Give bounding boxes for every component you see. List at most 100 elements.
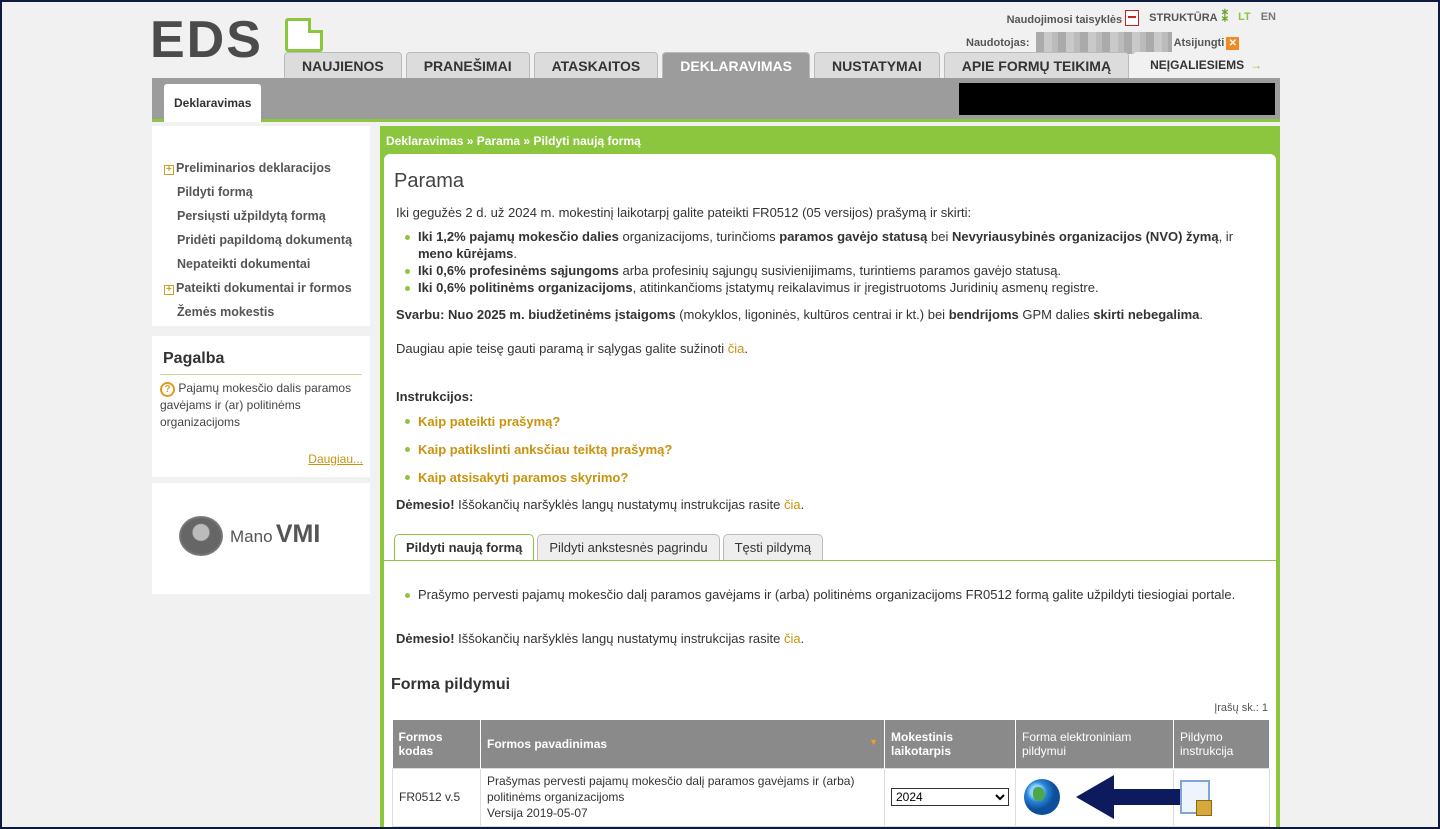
- sidebar-item-prideti[interactable]: Pridėti papildomą dokumentą: [152, 228, 370, 252]
- record-count: Įrašų sk.: 1: [1214, 702, 1268, 714]
- list-item: Prašymo pervesti pajamų mokesčio dalį pa…: [396, 586, 1236, 603]
- attention-text: Iššokančių naršyklės langų nustatymų ins…: [454, 631, 785, 646]
- attention-note: Dėmesio! Iššokančių naršyklės langų nust…: [396, 497, 805, 512]
- tab-pildyti-ankstesnes-pagrindu[interactable]: Pildyti ankstesnės pagrindu: [537, 534, 720, 560]
- mano-vmi-banner[interactable]: Mano VMI: [152, 483, 370, 594]
- tab-divider: [384, 560, 1276, 561]
- form-section-title: Forma pildymui: [391, 676, 511, 693]
- cell-electronic: [1015, 767, 1210, 827]
- arrow-right-icon: →: [1250, 58, 1263, 72]
- eds-logo[interactable]: EDS: [150, 14, 263, 66]
- bullet-text: , ir: [1218, 229, 1234, 244]
- help-item-label: Pajamų mokesčio dalis paramos gavėjams i…: [160, 381, 352, 429]
- main-panel: Deklaravimas » Parama » Pildyti naują fo…: [380, 126, 1280, 827]
- tab-nustatymai[interactable]: NUSTATYMAI: [814, 52, 940, 78]
- lang-lt-link[interactable]: LT: [1238, 11, 1251, 23]
- important-bold: Svarbu: Nuo 2025 m. biudžetinėms įstaigo…: [396, 307, 676, 322]
- cell-name-title: Prašymas pervesti pajamų mokesčio dalį p…: [487, 774, 855, 804]
- sidebar-item-pateikti[interactable]: + Pateikti dokumentai ir formos: [152, 276, 370, 300]
- tab-pildyti-nauja-forma[interactable]: Pildyti naują formą: [394, 534, 535, 561]
- important-note: Svarbu: Nuo 2025 m. biudžetinėms įstaigo…: [396, 306, 1236, 323]
- instruction-link-submit[interactable]: Kaip pateikti prašymą?: [418, 414, 560, 429]
- sidebar-item-label: Preliminarios deklaracijos: [176, 161, 331, 175]
- tab-apie-formu-teikima[interactable]: APIE FORMŲ TEIKIMĄ: [943, 52, 1130, 78]
- rules-link-label: Naudojimosi taisyklės: [1006, 14, 1123, 26]
- list-item: Kaip patikslinti anksčiau teiktą prašymą…: [396, 440, 672, 468]
- tab-neigaliesiems[interactable]: NEĮGALIESIEMS →: [1133, 52, 1280, 78]
- bullet-item: Iki 0,6% profesinėms sąjungoms arba prof…: [396, 262, 1236, 279]
- page: EDS Naudojimosi taisyklės STRUKTŪRA ⁑ LT …: [2, 2, 1438, 827]
- sidebar-item-nepateikti[interactable]: Nepateikti dokumentai: [152, 252, 370, 276]
- top-links: Naudojimosi taisyklės STRUKTŪRA ⁑ LT EN: [1007, 7, 1276, 26]
- main-tabs: NAUJIENOS PRANEŠIMAI ATASKAITOS DEKLARAV…: [284, 52, 1280, 78]
- instruction-link-cancel[interactable]: Kaip atsisakyti paramos skyrimo?: [418, 470, 628, 485]
- sort-arrow-icon[interactable]: ▼: [869, 737, 878, 747]
- bullet-text: , atitinkančioms įstatymų reikalavimus i…: [632, 280, 1099, 295]
- important-text: .: [1199, 307, 1204, 322]
- important-bold: bendrijoms: [948, 307, 1019, 322]
- rules-link[interactable]: Naudojimosi taisyklės: [1007, 7, 1140, 26]
- list-item: Kaip atsisakyti paramos skyrimo?: [396, 468, 672, 496]
- structure-link[interactable]: STRUKTŪRA ⁑: [1149, 9, 1228, 25]
- close-x-icon[interactable]: ✕: [1226, 36, 1240, 50]
- col-header-instruction: Pildymo instrukcija: [1173, 720, 1270, 768]
- bullet-bold: Iki 1,2% pajamų mokesčio dalies: [418, 229, 619, 244]
- sidebar-item-persiusti[interactable]: Persiųsti užpildytą formą: [152, 204, 370, 228]
- support-bullets: Iki 1,2% pajamų mokesčio dalies organiza…: [396, 228, 1236, 296]
- pdf-icon: [1125, 10, 1140, 26]
- help-more-link[interactable]: Daugiau...: [308, 452, 363, 466]
- attention-link[interactable]: čia: [784, 497, 801, 512]
- plus-box-icon: +: [164, 285, 174, 295]
- attention-bold: Dėmesio!: [396, 497, 455, 512]
- tab-naujienos[interactable]: NAUJIENOS: [284, 52, 402, 78]
- breadcrumb: Deklaravimas » Parama » Pildyti naują fo…: [386, 134, 641, 148]
- sidebar-item-preliminarios[interactable]: + Preliminarios deklaracijos: [152, 156, 370, 180]
- table-row: FR0512 v.5 Prašymas pervesti pajamų moke…: [392, 767, 1270, 827]
- intro-text: Iki gegužės 2 d. už 2024 m. mokestinį la…: [396, 205, 972, 220]
- bullet-bold: paramos gavėjo statusą: [779, 229, 928, 244]
- lang-en-link[interactable]: EN: [1261, 11, 1276, 23]
- tab-pranesimai[interactable]: PRANEŠIMAI: [405, 52, 530, 78]
- tab-bullets: Prašymo pervesti pajamų mokesčio dalį pa…: [396, 586, 1236, 603]
- question-icon: ?: [160, 382, 175, 397]
- col-header-period[interactable]: Mokestinis laikotarpis: [884, 720, 1016, 768]
- attention-text: Iššokančių naršyklės langų nustatymų ins…: [454, 497, 785, 512]
- bullet-bold: Nevyriausybinės organizacijos (NVO) žymą: [951, 229, 1219, 244]
- logout-link[interactable]: Atsijungti: [1174, 37, 1225, 49]
- content-area: Parama Iki gegužės 2 d. už 2024 m. mokes…: [384, 154, 1276, 827]
- tab-testi-pildyma[interactable]: Tęsti pildymą: [722, 534, 824, 560]
- sub-navigation-bar: Deklaravimas: [152, 78, 1280, 122]
- help-panel: Pagalba ? Pajamų mokesčio dalis paramos …: [152, 336, 370, 477]
- cell-name-version: Versija 2019-05-07: [487, 806, 588, 820]
- instruction-link-correct[interactable]: Kaip patikslinti anksčiau teiktą prašymą…: [418, 442, 672, 457]
- important-text: (mokyklos, ligoninės, kultūros centrai i…: [675, 307, 949, 322]
- col-header-name[interactable]: Formos pavadinimas ▼: [480, 720, 885, 768]
- user-line: Naudotojas: Atsijungti ✕: [966, 32, 1240, 54]
- attention-bold: Dėmesio!: [396, 631, 455, 646]
- subtab-deklaravimas[interactable]: Deklaravimas: [164, 84, 262, 122]
- sidebar-item-pildyti-forma[interactable]: Pildyti formą: [152, 180, 370, 204]
- col-header-code[interactable]: Formos kodas: [392, 720, 481, 768]
- important-text: GPM dalies: [1018, 307, 1094, 322]
- vmi-mano-text: Mano: [230, 527, 273, 546]
- tab-ataskaitos[interactable]: ATASKAITOS: [533, 52, 659, 78]
- attention-link-2[interactable]: čia: [784, 631, 801, 646]
- instructions-title: Instrukcijos:: [396, 389, 474, 404]
- more-info-link[interactable]: čia: [728, 341, 745, 356]
- page-title: Parama: [394, 170, 465, 192]
- bullet-text: organizacijoms, turinčioms: [618, 229, 780, 244]
- tab-deklaravimas[interactable]: DEKLARAVIMAS: [662, 52, 811, 78]
- sidebar-item-label: Pateikti dokumentai ir formos: [176, 281, 352, 295]
- sidebar-item-zemes-mokestis[interactable]: Žemės mokestis: [152, 300, 370, 324]
- list-item: Kaip pateikti prašymą?: [396, 412, 672, 440]
- instructions-list: Kaip pateikti prašymą? Kaip patikslinti …: [396, 412, 672, 496]
- document-icon[interactable]: [1180, 780, 1212, 816]
- globe-icon[interactable]: [1024, 779, 1060, 815]
- tab-neigaliesiems-label: NEĮGALIESIEMS: [1150, 58, 1245, 72]
- period-select[interactable]: 2024: [891, 788, 1009, 806]
- help-item[interactable]: ? Pajamų mokesčio dalis paramos gavėjams…: [160, 380, 362, 431]
- bullet-bold: Iki 0,6% politinėms organizacijoms: [418, 280, 633, 295]
- redacted-block: [959, 83, 1275, 115]
- vmi-logo-icon: [179, 516, 223, 556]
- structure-tree-icon: ⁑: [1221, 8, 1229, 24]
